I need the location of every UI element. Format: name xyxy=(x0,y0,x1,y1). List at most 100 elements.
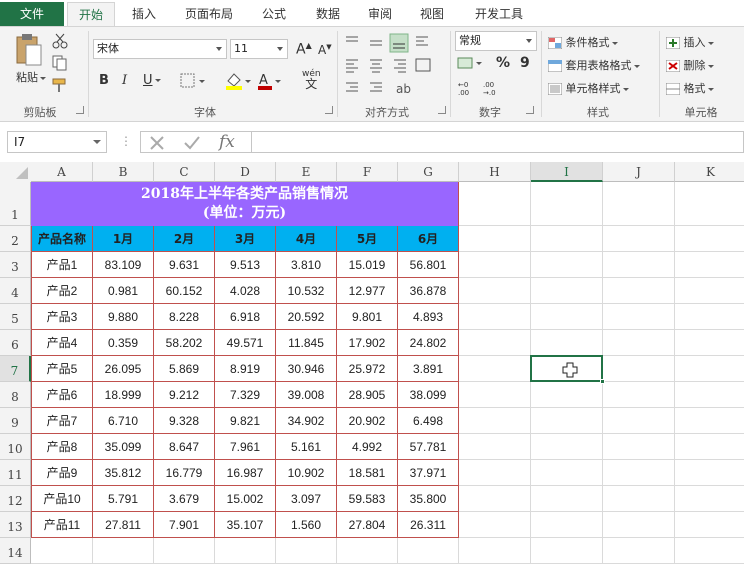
table-cell[interactable]: 35.099 xyxy=(93,434,154,460)
font-name-combo[interactable]: 宋体 xyxy=(93,39,227,59)
cell[interactable] xyxy=(398,538,459,564)
cell[interactable] xyxy=(531,486,603,512)
table-cell[interactable]: 0.359 xyxy=(93,330,154,356)
cut-icon[interactable] xyxy=(52,33,68,49)
bold-button[interactable]: B xyxy=(99,73,109,88)
column-header-i[interactable]: I xyxy=(531,162,603,182)
grow-font-button[interactable]: A▲ xyxy=(296,41,312,58)
table-cell[interactable]: 产品4 xyxy=(31,330,93,356)
column-header-a[interactable]: A xyxy=(31,162,93,182)
fill-handle[interactable] xyxy=(600,379,605,384)
cell[interactable] xyxy=(675,252,744,278)
cancel-icon[interactable] xyxy=(149,135,165,151)
table-cell[interactable]: 15.019 xyxy=(337,252,398,278)
cell[interactable] xyxy=(675,330,744,356)
table-cell[interactable]: 20.592 xyxy=(276,304,337,330)
table-cell[interactable]: 49.571 xyxy=(215,330,276,356)
row-header-5[interactable]: 5 xyxy=(0,304,31,330)
cell[interactable] xyxy=(603,330,675,356)
table-cell[interactable]: 4.893 xyxy=(398,304,459,330)
cell[interactable] xyxy=(603,434,675,460)
table-cell[interactable]: 8.919 xyxy=(215,356,276,382)
cell[interactable] xyxy=(675,408,744,434)
row-header-13[interactable]: 13 xyxy=(0,512,31,538)
table-cell[interactable]: 58.202 xyxy=(154,330,215,356)
table-cell[interactable]: 12.977 xyxy=(337,278,398,304)
column-header-b[interactable]: B xyxy=(93,162,154,182)
currency-icon[interactable] xyxy=(457,55,487,73)
table-cell[interactable]: 5.791 xyxy=(93,486,154,512)
table-cell[interactable]: 16.987 xyxy=(215,460,276,486)
cell[interactable] xyxy=(459,408,531,434)
row-header-4[interactable]: 4 xyxy=(0,278,31,304)
comma-button[interactable]: 9 xyxy=(520,55,530,71)
cell[interactable] xyxy=(675,226,744,252)
table-cell[interactable]: 9.513 xyxy=(215,252,276,278)
format-painter-icon[interactable] xyxy=(52,77,70,93)
format-as-table-button[interactable]: 套用表格格式 xyxy=(547,57,640,73)
table-cell[interactable]: 产品1 xyxy=(31,252,93,278)
table-cell[interactable]: 7.901 xyxy=(154,512,215,538)
cell[interactable] xyxy=(459,486,531,512)
table-cell[interactable]: 35.107 xyxy=(215,512,276,538)
cell[interactable] xyxy=(675,538,744,564)
column-header-e[interactable]: E xyxy=(276,162,337,182)
cell[interactable] xyxy=(675,278,744,304)
cell[interactable] xyxy=(459,226,531,252)
table-header-cell[interactable]: 2月 xyxy=(154,226,215,252)
table-cell[interactable]: 1.560 xyxy=(276,512,337,538)
underline-button[interactable]: U xyxy=(143,73,161,88)
cell[interactable] xyxy=(531,512,603,538)
tab-data[interactable]: 数据 xyxy=(306,2,350,26)
format-cells-button[interactable]: 格式 xyxy=(665,80,714,96)
paste-icon[interactable] xyxy=(14,33,44,69)
cell[interactable] xyxy=(531,278,603,304)
table-cell[interactable]: 39.008 xyxy=(276,382,337,408)
enter-icon[interactable] xyxy=(183,135,201,151)
cell[interactable] xyxy=(93,538,154,564)
row-header-12[interactable]: 12 xyxy=(0,486,31,512)
cell[interactable] xyxy=(531,538,603,564)
name-box[interactable]: I7 xyxy=(7,131,107,153)
table-cell[interactable]: 24.802 xyxy=(398,330,459,356)
conditional-format-button[interactable]: 条件格式 xyxy=(547,34,618,50)
table-cell[interactable]: 37.971 xyxy=(398,460,459,486)
table-cell[interactable]: 26.095 xyxy=(93,356,154,382)
table-cell[interactable]: 10.532 xyxy=(276,278,337,304)
cell-styles-button[interactable]: 单元格样式 xyxy=(547,80,629,96)
row-header-1[interactable]: 1 xyxy=(0,182,31,226)
table-cell[interactable]: 18.581 xyxy=(337,460,398,486)
column-header-j[interactable]: J xyxy=(603,162,675,182)
table-cell[interactable]: 产品3 xyxy=(31,304,93,330)
table-cell[interactable]: 9.631 xyxy=(154,252,215,278)
table-cell[interactable]: 8.647 xyxy=(154,434,215,460)
decimal-icons[interactable]: ←0.00 .00→.0 xyxy=(457,79,517,97)
table-cell[interactable]: 9.821 xyxy=(215,408,276,434)
cell[interactable] xyxy=(603,278,675,304)
table-cell[interactable]: 26.311 xyxy=(398,512,459,538)
table-cell[interactable]: 15.002 xyxy=(215,486,276,512)
table-cell[interactable]: 产品9 xyxy=(31,460,93,486)
cell[interactable] xyxy=(531,182,603,226)
border-icon[interactable] xyxy=(180,73,206,89)
italic-button[interactable]: I xyxy=(122,73,127,88)
table-cell[interactable]: 9.328 xyxy=(154,408,215,434)
table-cell[interactable]: 6.710 xyxy=(93,408,154,434)
table-cell[interactable]: 3.891 xyxy=(398,356,459,382)
number-launcher[interactable] xyxy=(526,106,534,114)
table-title[interactable]: 2018年上半年各类产品销售情况 (单位：万元) xyxy=(31,182,459,226)
table-cell[interactable]: 7.329 xyxy=(215,382,276,408)
paste-button[interactable]: 粘贴 xyxy=(16,69,46,85)
phonetic-button[interactable]: wén 文 xyxy=(302,69,321,91)
table-cell[interactable]: 产品10 xyxy=(31,486,93,512)
table-cell[interactable]: 34.902 xyxy=(276,408,337,434)
table-cell[interactable]: 59.583 xyxy=(337,486,398,512)
cell[interactable] xyxy=(459,278,531,304)
tab-formulas[interactable]: 公式 xyxy=(252,2,296,26)
cell[interactable] xyxy=(459,330,531,356)
cell[interactable] xyxy=(603,512,675,538)
table-cell[interactable]: 83.109 xyxy=(93,252,154,278)
select-all-corner[interactable] xyxy=(0,162,31,182)
table-cell[interactable]: 产品8 xyxy=(31,434,93,460)
table-header-cell[interactable]: 1月 xyxy=(93,226,154,252)
